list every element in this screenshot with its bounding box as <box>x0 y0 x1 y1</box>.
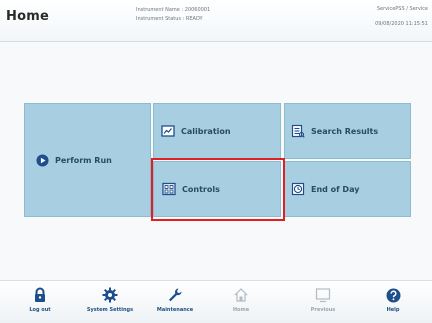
footer-bar: Log out System Settings Maintenance Home… <box>0 280 432 323</box>
system-settings-button[interactable]: System Settings <box>80 287 140 321</box>
perform-run-label: Perform Run <box>55 155 112 165</box>
perform-run-button[interactable]: Perform Run <box>24 103 151 217</box>
page-title: Home <box>6 9 49 24</box>
instrument-info: Instrument Name : 20060001 Instrument St… <box>136 6 210 24</box>
help-icon <box>385 287 401 303</box>
header-bar: Home Instrument Name : 20060001 Instrume… <box>0 0 432 42</box>
previous-button[interactable]: Previous <box>293 287 353 321</box>
wrench-icon <box>167 287 183 303</box>
maintenance-button[interactable]: Maintenance <box>145 287 205 321</box>
help-label: Help <box>386 307 400 313</box>
home-label: Home <box>232 307 250 313</box>
system-settings-label: System Settings <box>86 307 134 313</box>
chart-icon <box>161 124 175 138</box>
maintenance-label: Maintenance <box>156 307 194 313</box>
end-of-day-button[interactable]: End of Day <box>284 161 411 217</box>
calibration-label: Calibration <box>181 126 231 136</box>
datetime: 09/08/2020 11:15:51 <box>375 21 428 27</box>
list-icon <box>291 124 305 138</box>
previous-label: Previous <box>310 307 336 313</box>
controls-grid-icon <box>162 182 176 196</box>
controls-button[interactable]: Controls <box>153 161 281 217</box>
instrument-name: Instrument Name : 20060001 <box>136 7 211 13</box>
logout-label: Log out <box>29 307 51 313</box>
play-circle-icon <box>35 153 49 167</box>
previous-screen-icon <box>315 287 331 303</box>
instrument-status: Instrument Status : READY <box>136 16 203 22</box>
calibration-button[interactable]: Calibration <box>153 103 281 159</box>
logout-button[interactable]: Log out <box>10 287 70 321</box>
home-button[interactable]: Home <box>211 287 271 321</box>
user-info: ServicePSS / Service 09/08/2020 11:15:51 <box>375 5 428 29</box>
controls-label: Controls <box>182 184 220 194</box>
help-button[interactable]: Help <box>363 287 423 321</box>
end-of-day-label: End of Day <box>311 184 360 194</box>
clock-icon <box>291 182 305 196</box>
search-results-button[interactable]: Search Results <box>284 103 411 159</box>
gear-icon <box>102 287 118 303</box>
search-results-label: Search Results <box>311 126 379 136</box>
home-icon <box>233 287 249 303</box>
lock-icon <box>32 287 48 303</box>
user-name: ServicePSS / Service <box>376 6 428 12</box>
